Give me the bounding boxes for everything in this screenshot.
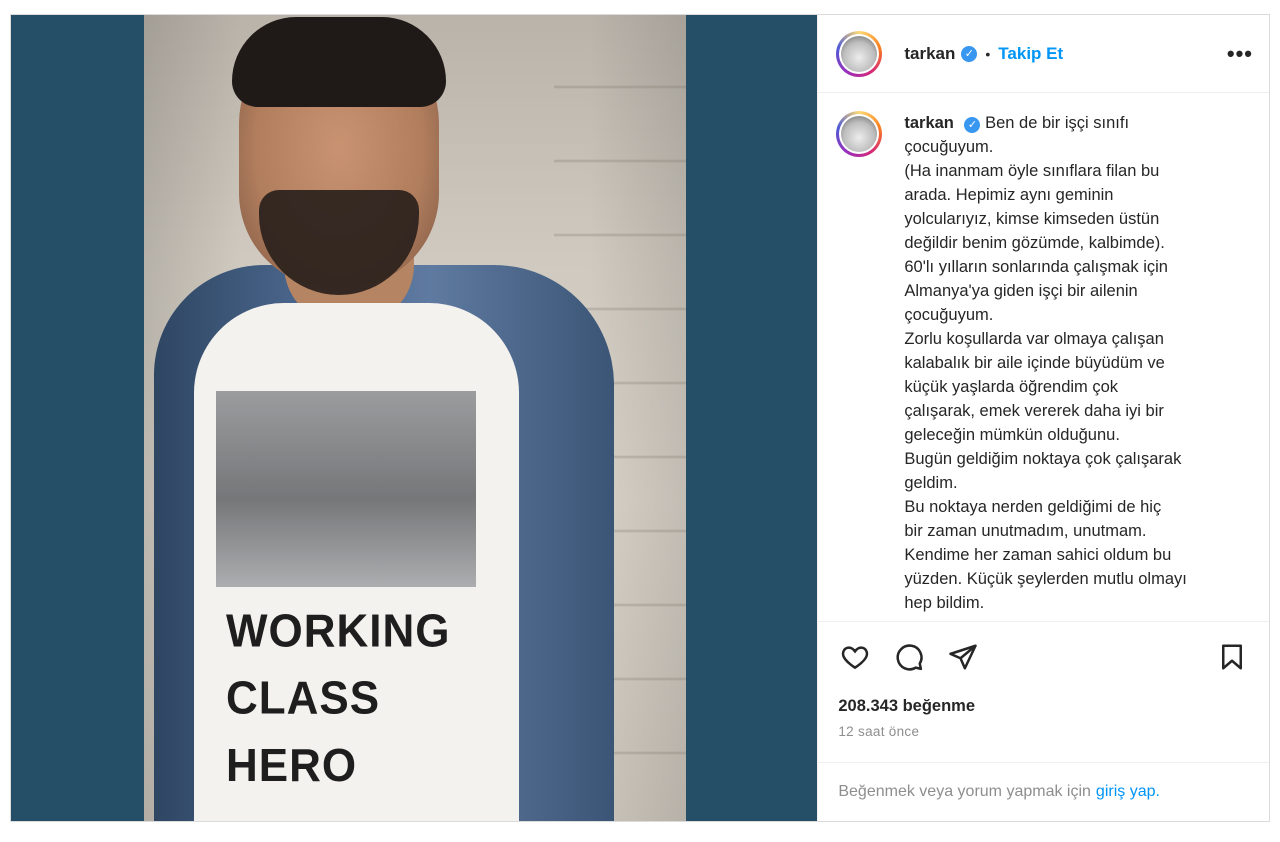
avatar-ring [839, 33, 880, 74]
post-photo: WORKING CLASS HERO [144, 15, 686, 821]
action-bar [818, 621, 1269, 691]
bookmark-icon[interactable] [1215, 640, 1249, 674]
post-timestamp: 12 saat önce [838, 724, 920, 739]
verified-badge-icon: ✓ [964, 117, 981, 133]
login-link[interactable]: giriş yap. [1096, 783, 1160, 801]
shirt-slogan: WORKING CLASS HERO [226, 605, 451, 792]
post-modal: WORKING CLASS HERO tarkan ✓ • Takip Et •… [10, 14, 1270, 822]
more-options-icon[interactable]: ••• [1227, 41, 1253, 67]
caption-avatar[interactable] [836, 111, 883, 157]
caption-body: tarkan ✓ Ben de bir işçi sınıfı çocuğuyu… [904, 111, 1224, 621]
avatar-ring [839, 114, 880, 154]
post-header: tarkan ✓ • Takip Et ••• [818, 15, 1269, 93]
login-prompt-row: Beğenmek veya yorum yapmak için giriş ya… [818, 762, 1269, 821]
post-media[interactable]: WORKING CLASS HERO [11, 15, 818, 821]
follow-button[interactable]: Takip Et [998, 44, 1063, 64]
comment-icon[interactable] [892, 640, 926, 674]
hair [232, 17, 446, 107]
avatar-image [841, 116, 878, 152]
caption-username[interactable]: tarkan [904, 114, 954, 132]
caption-text: Ben de bir işçi sınıfı çocuğuyum. (Ha in… [904, 114, 1187, 621]
share-icon[interactable] [946, 640, 980, 674]
heart-icon[interactable] [838, 640, 872, 674]
post-sidebar: tarkan ✓ • Takip Et ••• tarkan ✓ Ben de … [817, 15, 1269, 821]
username-link[interactable]: tarkan [904, 44, 955, 64]
login-prompt: Beğenmek veya yorum yapmak için [838, 783, 1091, 800]
avatar[interactable] [836, 30, 883, 77]
verified-badge-icon: ✓ [961, 45, 978, 62]
avatar-image [841, 35, 878, 72]
like-count[interactable]: 208.343 beğenme [818, 697, 1269, 716]
separator-dot: • [985, 45, 991, 62]
t-shirt: WORKING CLASS HERO [194, 303, 519, 821]
caption-section[interactable]: tarkan ✓ Ben de bir işçi sınıfı çocuğuyu… [818, 93, 1269, 621]
shirt-print [216, 391, 476, 587]
